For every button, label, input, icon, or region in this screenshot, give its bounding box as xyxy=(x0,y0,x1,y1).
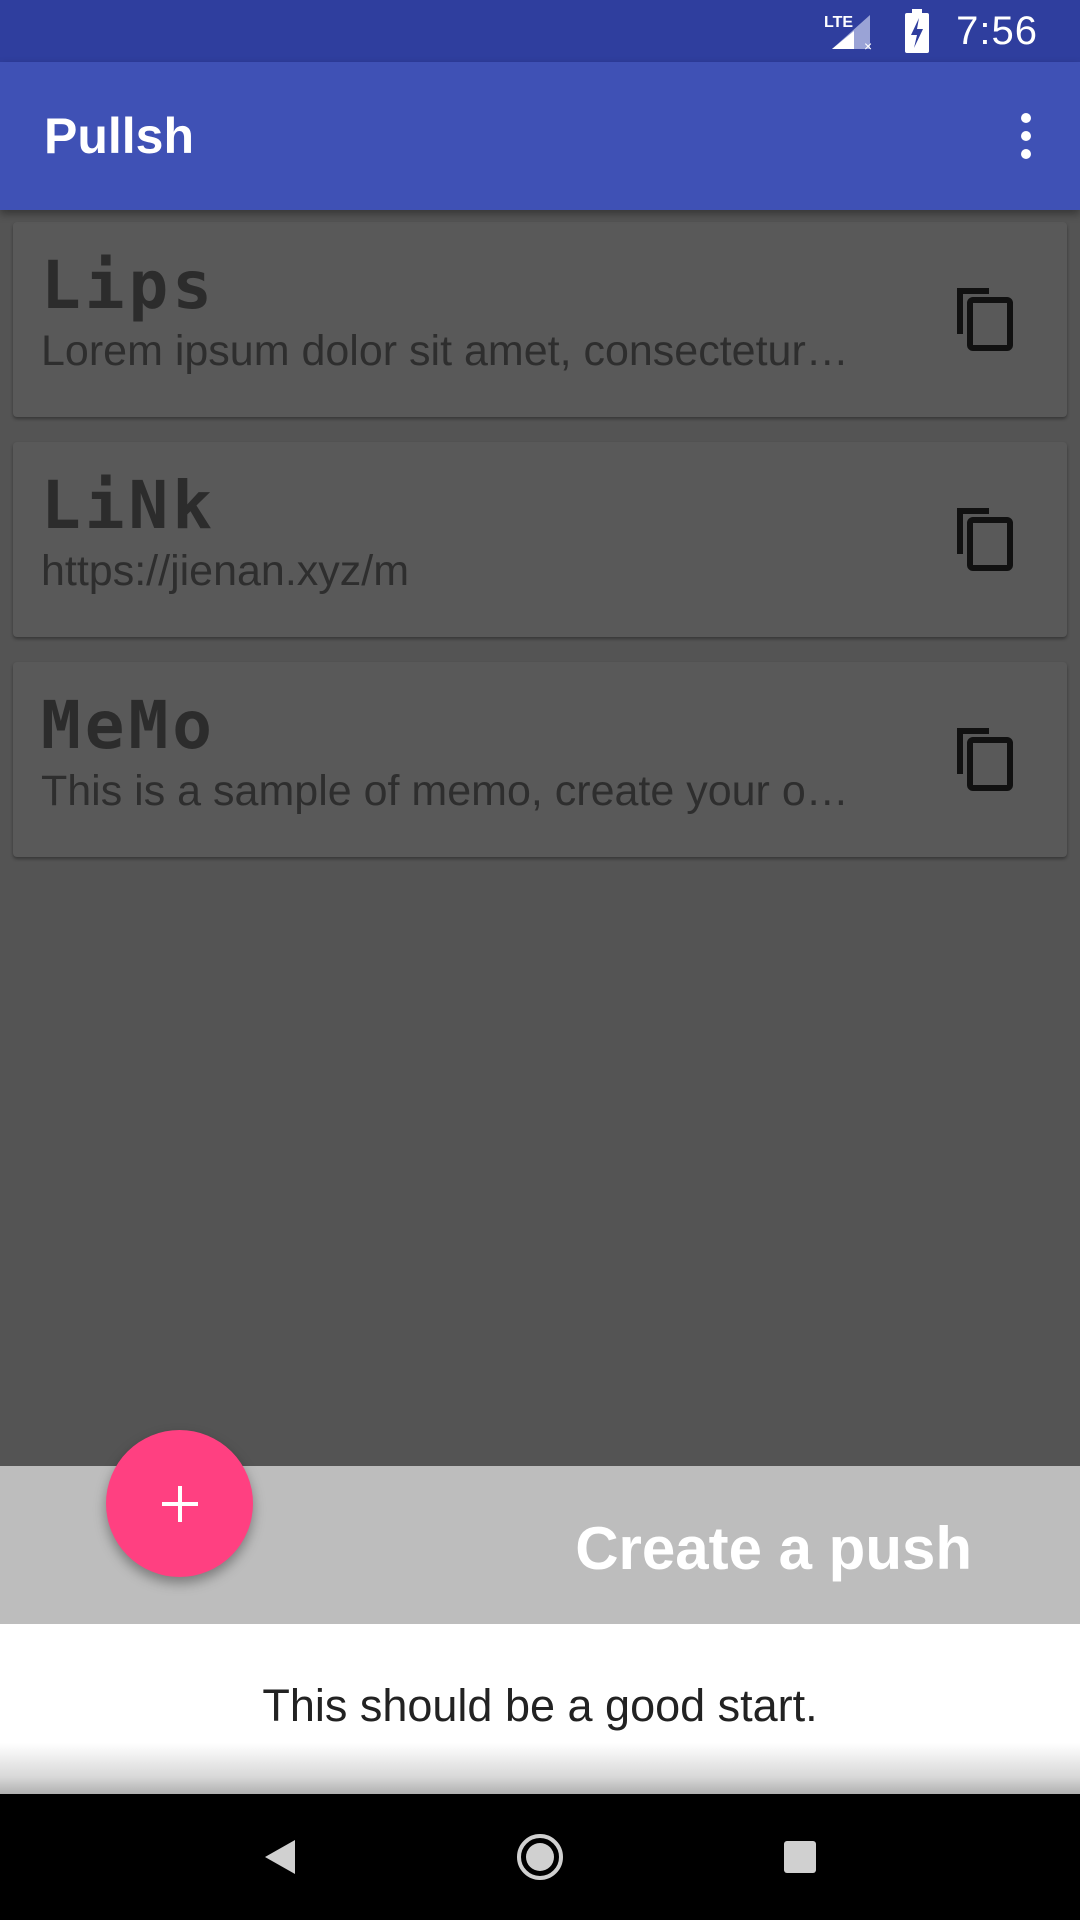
status-icons: LTE × 7:56 xyxy=(824,9,1038,54)
menu-dot xyxy=(1021,131,1031,141)
recents-icon xyxy=(784,1841,816,1873)
home-button[interactable] xyxy=(500,1817,580,1897)
app-bar: Pullsh xyxy=(0,62,1080,210)
card-title: MeMo xyxy=(41,687,216,764)
card-title: Lips xyxy=(41,247,216,324)
sheet-message: This should be a good start. xyxy=(262,1680,818,1731)
card-body: This is a sample of memo, create your o… xyxy=(41,766,849,815)
push-list: Lips Lorem ipsum dolor sit amet, consect… xyxy=(13,222,1067,882)
svg-text:LTE: LTE xyxy=(824,14,853,31)
create-push-title: Create a push xyxy=(575,1515,972,1582)
lte-signal-icon: LTE × xyxy=(824,14,872,53)
card-body: https://jienan.xyz/m xyxy=(41,546,410,595)
svg-text:×: × xyxy=(864,38,872,53)
app-screen: LTE × 7:56 Pullsh Lips Lorem ipsum dolor… xyxy=(0,0,1080,1920)
push-card[interactable]: LiNk https://jienan.xyz/m xyxy=(13,442,1067,637)
copy-icon[interactable] xyxy=(951,284,1015,354)
recents-button[interactable] xyxy=(760,1817,840,1897)
copy-icon[interactable] xyxy=(951,724,1015,794)
card-body: Lorem ipsum dolor sit amet, consectetur… xyxy=(41,326,849,375)
back-icon xyxy=(265,1840,295,1874)
push-card[interactable]: Lips Lorem ipsum dolor sit amet, consect… xyxy=(13,222,1067,417)
copy-icon[interactable] xyxy=(951,504,1015,574)
more-vert-icon[interactable] xyxy=(1006,106,1046,166)
card-title: LiNk xyxy=(41,467,216,544)
add-push-button[interactable] xyxy=(106,1430,253,1577)
status-clock: 7:56 xyxy=(956,8,1038,53)
menu-dot xyxy=(1021,149,1031,159)
app-title: Pullsh xyxy=(44,108,195,164)
plus-icon xyxy=(161,1485,198,1522)
create-push-sheet-body: This should be a good start. xyxy=(0,1624,1080,1794)
push-card[interactable]: MeMo This is a sample of memo, create yo… xyxy=(13,662,1067,857)
back-button[interactable] xyxy=(240,1817,320,1897)
home-icon xyxy=(517,1834,563,1880)
system-nav-bar xyxy=(0,1794,1080,1920)
status-bar: LTE × 7:56 xyxy=(0,0,1080,62)
battery-charging-icon xyxy=(905,9,930,53)
menu-dot xyxy=(1021,113,1031,123)
